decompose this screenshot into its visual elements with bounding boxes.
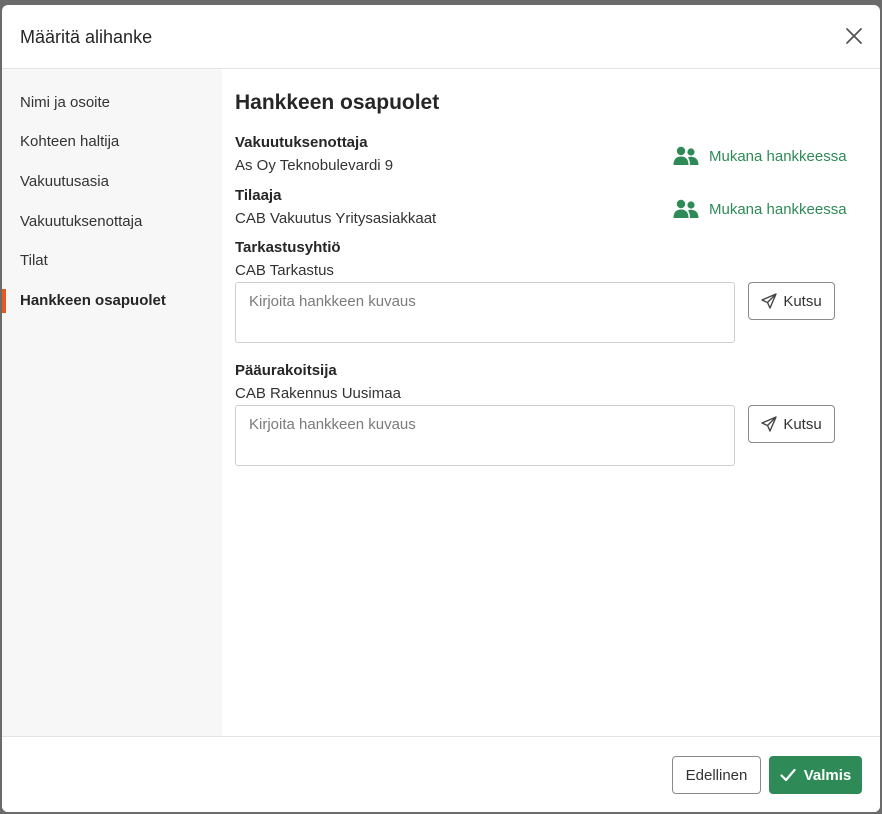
party-value: CAB Vakuutus Yritysasiakkaat [235, 210, 437, 227]
status-label: Mukana hankkeessa [709, 147, 847, 165]
party-label: Vakuutuksenottaja [235, 134, 368, 151]
sidebar-item-label: Vakuutusasia [20, 173, 109, 190]
party-label: Tarkastusyhtiö [235, 239, 341, 256]
modal-dialog: Määritä alihanke Nimi ja osoite Kohteen … [2, 5, 880, 812]
close-button[interactable] [844, 26, 864, 46]
party-label: Tilaaja [235, 187, 282, 204]
users-icon [673, 146, 699, 165]
status-label: Mukana hankkeessa [709, 200, 847, 218]
invite-button[interactable]: Kutsu [748, 282, 835, 320]
sidebar-item-kohteen-haltija[interactable]: Kohteen haltija [2, 130, 222, 154]
party-label: Pääurakoitsija [235, 362, 337, 379]
party-value: CAB Rakennus Uusimaa [235, 385, 401, 402]
modal-footer: Edellinen Valmis [2, 736, 880, 812]
sidebar-item-label: Nimi ja osoite [20, 94, 111, 111]
done-label: Valmis [803, 766, 852, 784]
invite-label: Kutsu [783, 292, 822, 310]
close-icon [846, 28, 862, 44]
main-content: Hankkeen osapuolet Vakuutuksenottaja As … [235, 69, 855, 737]
invite-label: Kutsu [783, 415, 822, 433]
project-description-input[interactable] [235, 282, 735, 343]
participation-status-link[interactable]: Mukana hankkeessa [673, 144, 847, 168]
sidebar-item-hankkeen-osapuolet[interactable]: Hankkeen osapuolet [2, 289, 222, 313]
party-value: CAB Tarkastus [235, 262, 334, 279]
sidebar: Nimi ja osoite Kohteen haltija Vakuutusa… [2, 69, 222, 737]
sidebar-item-label: Kohteen haltija [20, 133, 120, 150]
project-description-input[interactable] [235, 405, 735, 466]
participation-status-link[interactable]: Mukana hankkeessa [673, 197, 847, 221]
done-button[interactable]: Valmis [769, 756, 862, 794]
sidebar-item-nimi-ja-osoite[interactable]: Nimi ja osoite [2, 91, 222, 115]
check-icon [780, 768, 796, 782]
section-title: Hankkeen osapuolet [235, 91, 440, 114]
paper-plane-icon [761, 293, 778, 309]
active-indicator [2, 289, 6, 313]
sidebar-item-label: Tilat [20, 252, 48, 269]
sidebar-item-vakuutuksenottaja[interactable]: Vakuutuksenottaja [2, 210, 222, 234]
invite-button[interactable]: Kutsu [748, 405, 835, 443]
modal-title: Määritä alihanke [20, 27, 153, 47]
paper-plane-icon [761, 416, 778, 432]
modal-header: Määritä alihanke [2, 5, 880, 69]
users-icon [673, 199, 699, 218]
sidebar-item-vakuutusasia[interactable]: Vakuutusasia [2, 170, 222, 194]
sidebar-item-label: Vakuutuksenottaja [20, 213, 143, 230]
sidebar-item-tilat[interactable]: Tilat [2, 249, 222, 273]
sidebar-item-label: Hankkeen osapuolet [20, 292, 166, 309]
party-value: As Oy Teknobulevardi 9 [235, 157, 394, 174]
previous-button[interactable]: Edellinen [672, 756, 761, 794]
